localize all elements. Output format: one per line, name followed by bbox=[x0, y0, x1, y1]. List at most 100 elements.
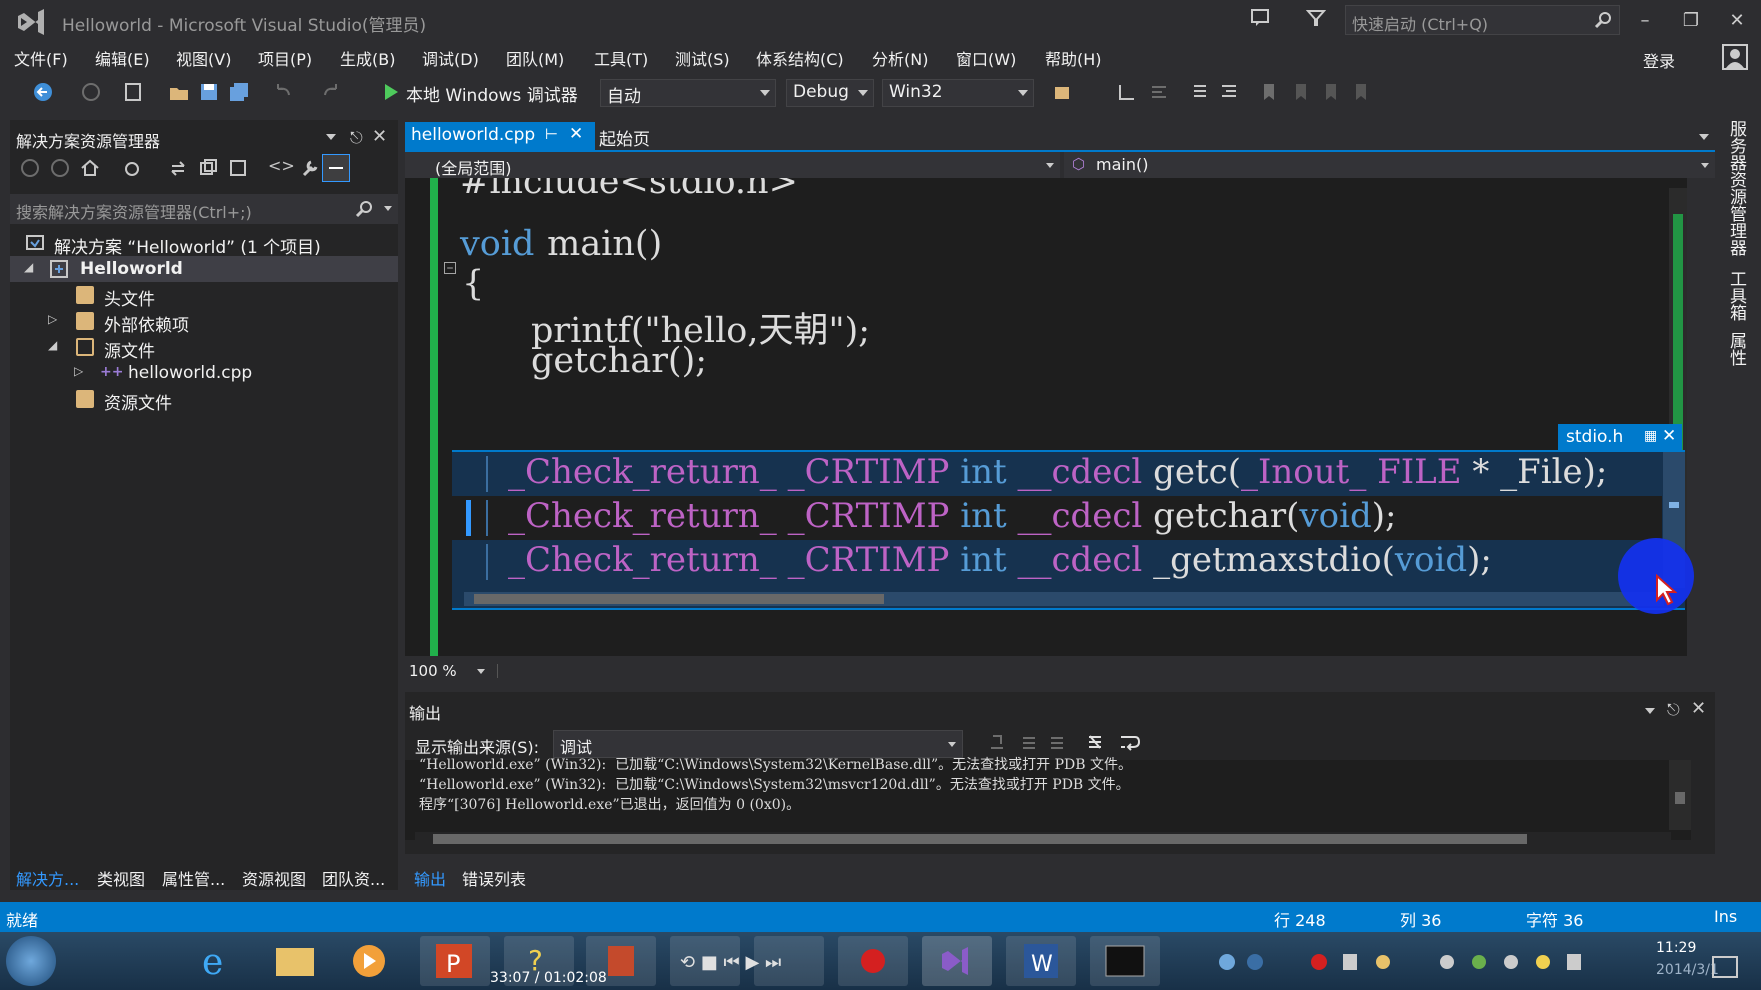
menu-build[interactable]: 生成(B) bbox=[340, 46, 395, 70]
visual-studio-taskbar-icon[interactable] bbox=[922, 936, 992, 986]
menu-team[interactable]: 团队(M) bbox=[506, 46, 564, 70]
home-icon[interactable] bbox=[80, 158, 100, 178]
quick-launch-input[interactable]: 快速启动 (Ctrl+Q) bbox=[1345, 5, 1620, 35]
tab-solution-explorer[interactable]: 解决方... bbox=[16, 866, 79, 890]
save-icon[interactable] bbox=[198, 81, 220, 103]
panel-menu-chevron-icon[interactable] bbox=[326, 134, 336, 140]
preview-selected-items-button[interactable] bbox=[322, 154, 350, 182]
menu-debug[interactable]: 调试(D) bbox=[422, 46, 479, 70]
menu-tools[interactable]: 工具(T) bbox=[594, 46, 648, 70]
tab-class-view[interactable]: 类视图 bbox=[97, 866, 145, 890]
output-text-area[interactable]: “Helloworld.exe” (Win32): 已加载“C:\Windows… bbox=[405, 757, 1691, 846]
scrollbar-thumb[interactable] bbox=[433, 834, 1527, 844]
show-all-files-icon[interactable] bbox=[228, 158, 248, 178]
scrollbar-thumb[interactable] bbox=[474, 594, 884, 604]
open-file-icon[interactable] bbox=[168, 81, 190, 103]
tab-server-explorer[interactable]: 服务器资源管理器 bbox=[1724, 120, 1749, 256]
record-app-icon[interactable] bbox=[838, 936, 908, 986]
forward-icon[interactable] bbox=[50, 158, 70, 178]
tab-property-manager[interactable]: 属性管... bbox=[162, 866, 225, 890]
scope-combo[interactable]: (全局范围) bbox=[405, 152, 1060, 178]
view-code-icon[interactable]: <> bbox=[268, 156, 295, 175]
peek-tab-stdio-h[interactable]: stdio.h ▦ ✕ bbox=[1558, 424, 1682, 452]
menu-window[interactable]: 窗口(W) bbox=[956, 46, 1016, 70]
word-icon[interactable]: W bbox=[1006, 936, 1076, 986]
tab-team-explorer[interactable]: 团队资... bbox=[322, 866, 385, 890]
panel-menu-chevron-icon[interactable] bbox=[1645, 708, 1655, 714]
peek-horizontal-scrollbar[interactable] bbox=[464, 592, 1664, 606]
pending-changes-filter-icon[interactable] bbox=[122, 158, 142, 178]
tab-properties[interactable]: 属性 bbox=[1724, 332, 1749, 366]
system-tray-icons[interactable] bbox=[1185, 950, 1605, 974]
tab-start-page[interactable]: 起始页 bbox=[599, 125, 650, 150]
tree-item-project[interactable]: ◢ Helloworld bbox=[10, 256, 398, 282]
internet-explorer-icon[interactable]: e bbox=[180, 936, 250, 986]
powerpoint-icon[interactable]: P bbox=[420, 936, 490, 986]
tab-list-chevron-icon[interactable] bbox=[1699, 134, 1709, 140]
prev-bookmark-icon[interactable] bbox=[1290, 81, 1312, 103]
expanded-arrow-icon[interactable]: ◢ bbox=[48, 338, 57, 352]
tree-item-source-files[interactable]: ◢ 源文件 bbox=[10, 334, 398, 362]
show-desktop-button[interactable] bbox=[1712, 956, 1738, 978]
forward-icon[interactable] bbox=[80, 81, 102, 103]
tree-item-external-dependencies[interactable]: ▷ 外部依赖项 bbox=[10, 308, 398, 336]
maximize-button[interactable]: ❐ bbox=[1676, 6, 1706, 36]
pin-icon[interactable]: ⎋ bbox=[350, 128, 363, 148]
tree-item-resource-files[interactable]: 资源文件 bbox=[10, 386, 398, 414]
collapsed-arrow-icon[interactable]: ▷ bbox=[74, 364, 83, 378]
collapse-all-icon[interactable] bbox=[198, 158, 218, 178]
close-peek-icon[interactable]: ✕ bbox=[1662, 426, 1676, 446]
expanded-arrow-icon[interactable]: ◢ bbox=[24, 260, 33, 274]
properties-wrench-icon[interactable] bbox=[300, 158, 320, 178]
sync-icon[interactable] bbox=[168, 158, 188, 178]
close-window-button[interactable]: ✕ bbox=[1722, 6, 1752, 36]
save-all-icon[interactable] bbox=[228, 81, 250, 103]
toggle-outlining-icon[interactable] bbox=[1116, 81, 1138, 103]
promote-to-document-icon[interactable]: ▦ bbox=[1644, 428, 1657, 444]
zoom-level[interactable]: 100 % bbox=[409, 662, 457, 680]
decrease-indent-icon[interactable] bbox=[1188, 81, 1210, 103]
menu-project[interactable]: 项目(P) bbox=[258, 46, 312, 70]
close-panel-icon[interactable]: ✕ bbox=[372, 126, 387, 147]
increase-indent-icon[interactable] bbox=[1218, 81, 1240, 103]
tree-item-solution[interactable]: 解决方案 “Helloworld” (1 个项目) bbox=[10, 230, 398, 258]
collapsed-arrow-icon[interactable]: ▷ bbox=[48, 312, 57, 326]
output-vertical-scrollbar[interactable] bbox=[1669, 760, 1691, 830]
tree-item-header-files[interactable]: 头文件 bbox=[10, 282, 398, 310]
platform-combo[interactable]: Win32 bbox=[882, 79, 1034, 107]
comment-icon[interactable] bbox=[1148, 81, 1170, 103]
undo-icon[interactable] bbox=[272, 81, 294, 103]
tab-helloworld-cpp[interactable]: helloworld.cpp ⊢ ✕ bbox=[405, 122, 595, 150]
tab-toolbox[interactable]: 工具箱 bbox=[1724, 270, 1749, 321]
word-wrap-icon[interactable] bbox=[1119, 732, 1141, 752]
start-button-icon[interactable] bbox=[6, 936, 56, 986]
pin-icon[interactable]: ⎋ bbox=[1667, 700, 1680, 720]
menu-edit[interactable]: 编辑(E) bbox=[95, 46, 150, 70]
solution-search-input[interactable]: 搜索解决方案资源管理器(Ctrl+;) bbox=[10, 194, 398, 224]
back-icon[interactable] bbox=[20, 158, 40, 178]
menu-file[interactable]: 文件(F) bbox=[14, 46, 68, 70]
collapse-outline-icon[interactable]: – bbox=[444, 261, 456, 275]
menu-help[interactable]: 帮助(H) bbox=[1045, 46, 1102, 70]
feedback-icon[interactable] bbox=[1250, 8, 1272, 28]
tree-item-helloworld-cpp[interactable]: ▷ ++ helloworld.cpp bbox=[10, 360, 398, 386]
solution-config-combo[interactable]: 自动 bbox=[600, 79, 776, 107]
go-to-next-icon[interactable] bbox=[1047, 732, 1067, 752]
peek-definition-window[interactable]: _Check_return_ _CRTIMP int __cdecl getc(… bbox=[452, 450, 1685, 610]
go-to-previous-icon[interactable] bbox=[1019, 732, 1039, 752]
configuration-combo[interactable]: Debug bbox=[786, 79, 874, 107]
minimize-button[interactable]: – bbox=[1630, 6, 1660, 36]
bookmark-icon[interactable] bbox=[1258, 81, 1280, 103]
close-panel-icon[interactable]: ✕ bbox=[1691, 698, 1706, 719]
editor-horizontal-scrollbar[interactable] bbox=[497, 664, 1697, 678]
new-project-icon[interactable] bbox=[122, 81, 144, 103]
media-player-icon[interactable] bbox=[334, 936, 404, 986]
search-options-chevron-icon[interactable] bbox=[384, 206, 392, 211]
tab-error-list[interactable]: 错误列表 bbox=[462, 866, 526, 890]
zoom-chevron-icon[interactable] bbox=[477, 669, 485, 674]
tab-resource-view[interactable]: 资源视图 bbox=[242, 866, 306, 890]
redo-icon[interactable] bbox=[320, 81, 342, 103]
clear-all-icon[interactable] bbox=[1085, 732, 1105, 752]
back-icon[interactable] bbox=[32, 81, 54, 103]
output-horizontal-scrollbar[interactable] bbox=[415, 832, 1671, 846]
